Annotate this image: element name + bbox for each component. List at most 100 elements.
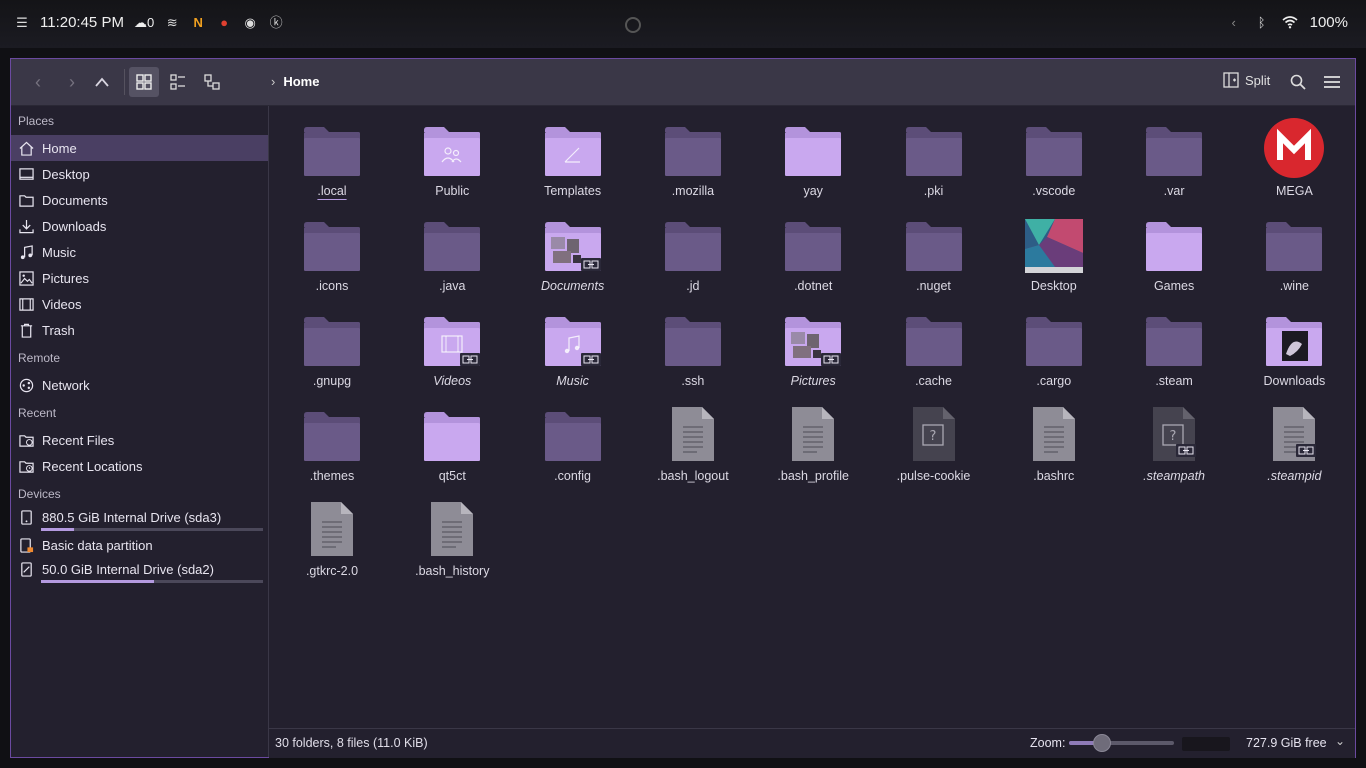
chevron-left-icon[interactable]: ‹	[1226, 15, 1242, 31]
file-item[interactable]: .vscode	[994, 118, 1114, 208]
pictures-icon	[18, 270, 34, 286]
file-item[interactable]: .cache	[874, 308, 994, 398]
file-item[interactable]: Downloads	[1234, 308, 1354, 398]
compact-view-button[interactable]	[163, 67, 193, 97]
file-item[interactable]: .bash_profile	[753, 403, 873, 493]
file-item[interactable]: Documents	[513, 213, 633, 303]
split-label: Split	[1245, 72, 1271, 88]
wifi-icon[interactable]	[1282, 15, 1298, 31]
file-item[interactable]: .icons	[272, 213, 392, 303]
app-notification-icon[interactable]: N	[190, 15, 206, 31]
sidebar-item-network[interactable]: Network	[11, 372, 268, 398]
sidebar-item-desktop[interactable]: Desktop	[11, 161, 268, 187]
device-50-0-gib-internal-drive-sda2-[interactable]: 50.0 GiB Internal Drive (sda2)	[11, 558, 268, 580]
sidebar-item-home[interactable]: Home	[11, 135, 268, 161]
sliders-icon[interactable]: ☰	[14, 15, 30, 31]
file-item[interactable]: ? .pulse-cookie	[874, 403, 994, 493]
file-item[interactable]: Videos	[392, 308, 512, 398]
file-name: .gtkrc-2.0	[305, 564, 359, 578]
file-item[interactable]: .jd	[633, 213, 753, 303]
file-item[interactable]: .nuget	[874, 213, 994, 303]
sidebar-item-videos[interactable]: Videos	[11, 291, 268, 317]
file-item[interactable]: .themes	[272, 403, 392, 493]
file-item[interactable]: .cargo	[994, 308, 1114, 398]
cloud-count: 0	[146, 14, 155, 30]
file-item[interactable]: yay	[753, 118, 873, 208]
hotspot-icon[interactable]: ≋	[164, 15, 180, 31]
bluetooth-icon[interactable]: ᛒ	[1254, 15, 1270, 31]
network-icon	[18, 377, 34, 393]
zoom-slider[interactable]	[1069, 734, 1174, 752]
sidebar-item-documents[interactable]: Documents	[11, 187, 268, 213]
chevron-down-icon[interactable]: ⌄	[1335, 734, 1345, 748]
file-item[interactable]: .dotnet	[753, 213, 873, 303]
file-item[interactable]: .steampid	[1234, 403, 1354, 493]
file-item[interactable]: ? .steampath	[1114, 403, 1234, 493]
file-item[interactable]: .gnupg	[272, 308, 392, 398]
file-item[interactable]: .wine	[1234, 213, 1354, 303]
split-button[interactable]: Split	[1223, 72, 1270, 88]
partition-icon	[18, 537, 34, 553]
details-view-button[interactable]	[197, 67, 227, 97]
device-basic-data-partition[interactable]: Basic data partition	[11, 534, 268, 556]
file-item[interactable]: Music	[513, 308, 633, 398]
back-button[interactable]: ‹	[23, 67, 53, 97]
file-item[interactable]: Games	[1114, 213, 1234, 303]
file-item[interactable]: .ssh	[633, 308, 753, 398]
sidebar-item-trash[interactable]: Trash	[11, 317, 268, 343]
drive-usb-icon	[18, 561, 34, 577]
file-item[interactable]: .mozilla	[633, 118, 753, 208]
search-button[interactable]	[1283, 67, 1313, 97]
folder-icon	[392, 308, 512, 368]
file-name: Videos	[433, 374, 472, 388]
file-name: Downloads	[1263, 374, 1326, 388]
toolbar: ‹ › › Home Split	[11, 59, 1355, 106]
zoom-slider-handle[interactable]	[1092, 734, 1111, 752]
steam-icon[interactable]: ◉	[242, 15, 258, 31]
sidebar-item-recent-locations[interactable]: Recent Locations	[11, 453, 268, 479]
file-item[interactable]: .pki	[874, 118, 994, 208]
device-880-5-gib-internal-drive-sda3-[interactable]: 880.5 GiB Internal Drive (sda3)	[11, 506, 268, 528]
sidebar-item-recent-files[interactable]: Recent Files	[11, 427, 268, 453]
forward-button[interactable]: ›	[57, 67, 87, 97]
file-item[interactable]: qt5ct	[392, 403, 512, 493]
file-item[interactable]: .var	[1114, 118, 1234, 208]
file-item[interactable]: MEGA	[1234, 118, 1354, 208]
up-button[interactable]	[87, 67, 117, 97]
kde-connect-icon[interactable]: ⓚ	[268, 15, 284, 31]
sidebar-item-downloads[interactable]: Downloads	[11, 213, 268, 239]
folder-icon	[392, 118, 512, 178]
file-view[interactable]: .local Public Templates .mozilla yay .pki .vsc…	[269, 106, 1355, 728]
file-item[interactable]: Desktop	[994, 213, 1114, 303]
file-item[interactable]: Public	[392, 118, 512, 208]
sidebar-item-pictures[interactable]: Pictures	[11, 265, 268, 291]
file-item[interactable]: .config	[513, 403, 633, 493]
sidebar-item-label: Downloads	[42, 218, 107, 234]
file-name: Public	[435, 184, 470, 198]
file-item[interactable]: .gtkrc-2.0	[272, 498, 392, 588]
file-item[interactable]: .bash_logout	[633, 403, 753, 493]
hamburger-icon	[1324, 76, 1340, 88]
free-space[interactable]: 727.9 GiB free	[1246, 736, 1327, 750]
battery-level[interactable]: 100%	[1310, 14, 1348, 31]
menu-button[interactable]	[1317, 67, 1347, 97]
breadcrumb-home[interactable]: Home	[283, 74, 319, 89]
file-item[interactable]: .local	[272, 118, 392, 208]
file-item[interactable]: Pictures	[753, 308, 873, 398]
file-name: .java	[439, 279, 466, 293]
file-item[interactable]: .bashrc	[994, 403, 1114, 493]
file-item[interactable]: .java	[392, 213, 512, 303]
file-name: .ssh	[681, 374, 705, 388]
icons-view-button[interactable]	[129, 67, 159, 97]
file-item[interactable]: Templates	[513, 118, 633, 208]
sidebar-item-music[interactable]: Music	[11, 239, 268, 265]
document-icon	[633, 403, 753, 463]
tomato-icon[interactable]: ●	[216, 15, 232, 31]
cloud-sync-icon[interactable]: ☁0	[134, 15, 154, 31]
file-item[interactable]: .bash_history	[392, 498, 512, 588]
folder-icon	[1114, 118, 1234, 178]
file-item[interactable]: .steam	[1114, 308, 1234, 398]
file-name: qt5ct	[438, 469, 466, 483]
breadcrumb[interactable]: › Home	[271, 74, 319, 89]
file-name: MEGA	[1275, 184, 1313, 198]
